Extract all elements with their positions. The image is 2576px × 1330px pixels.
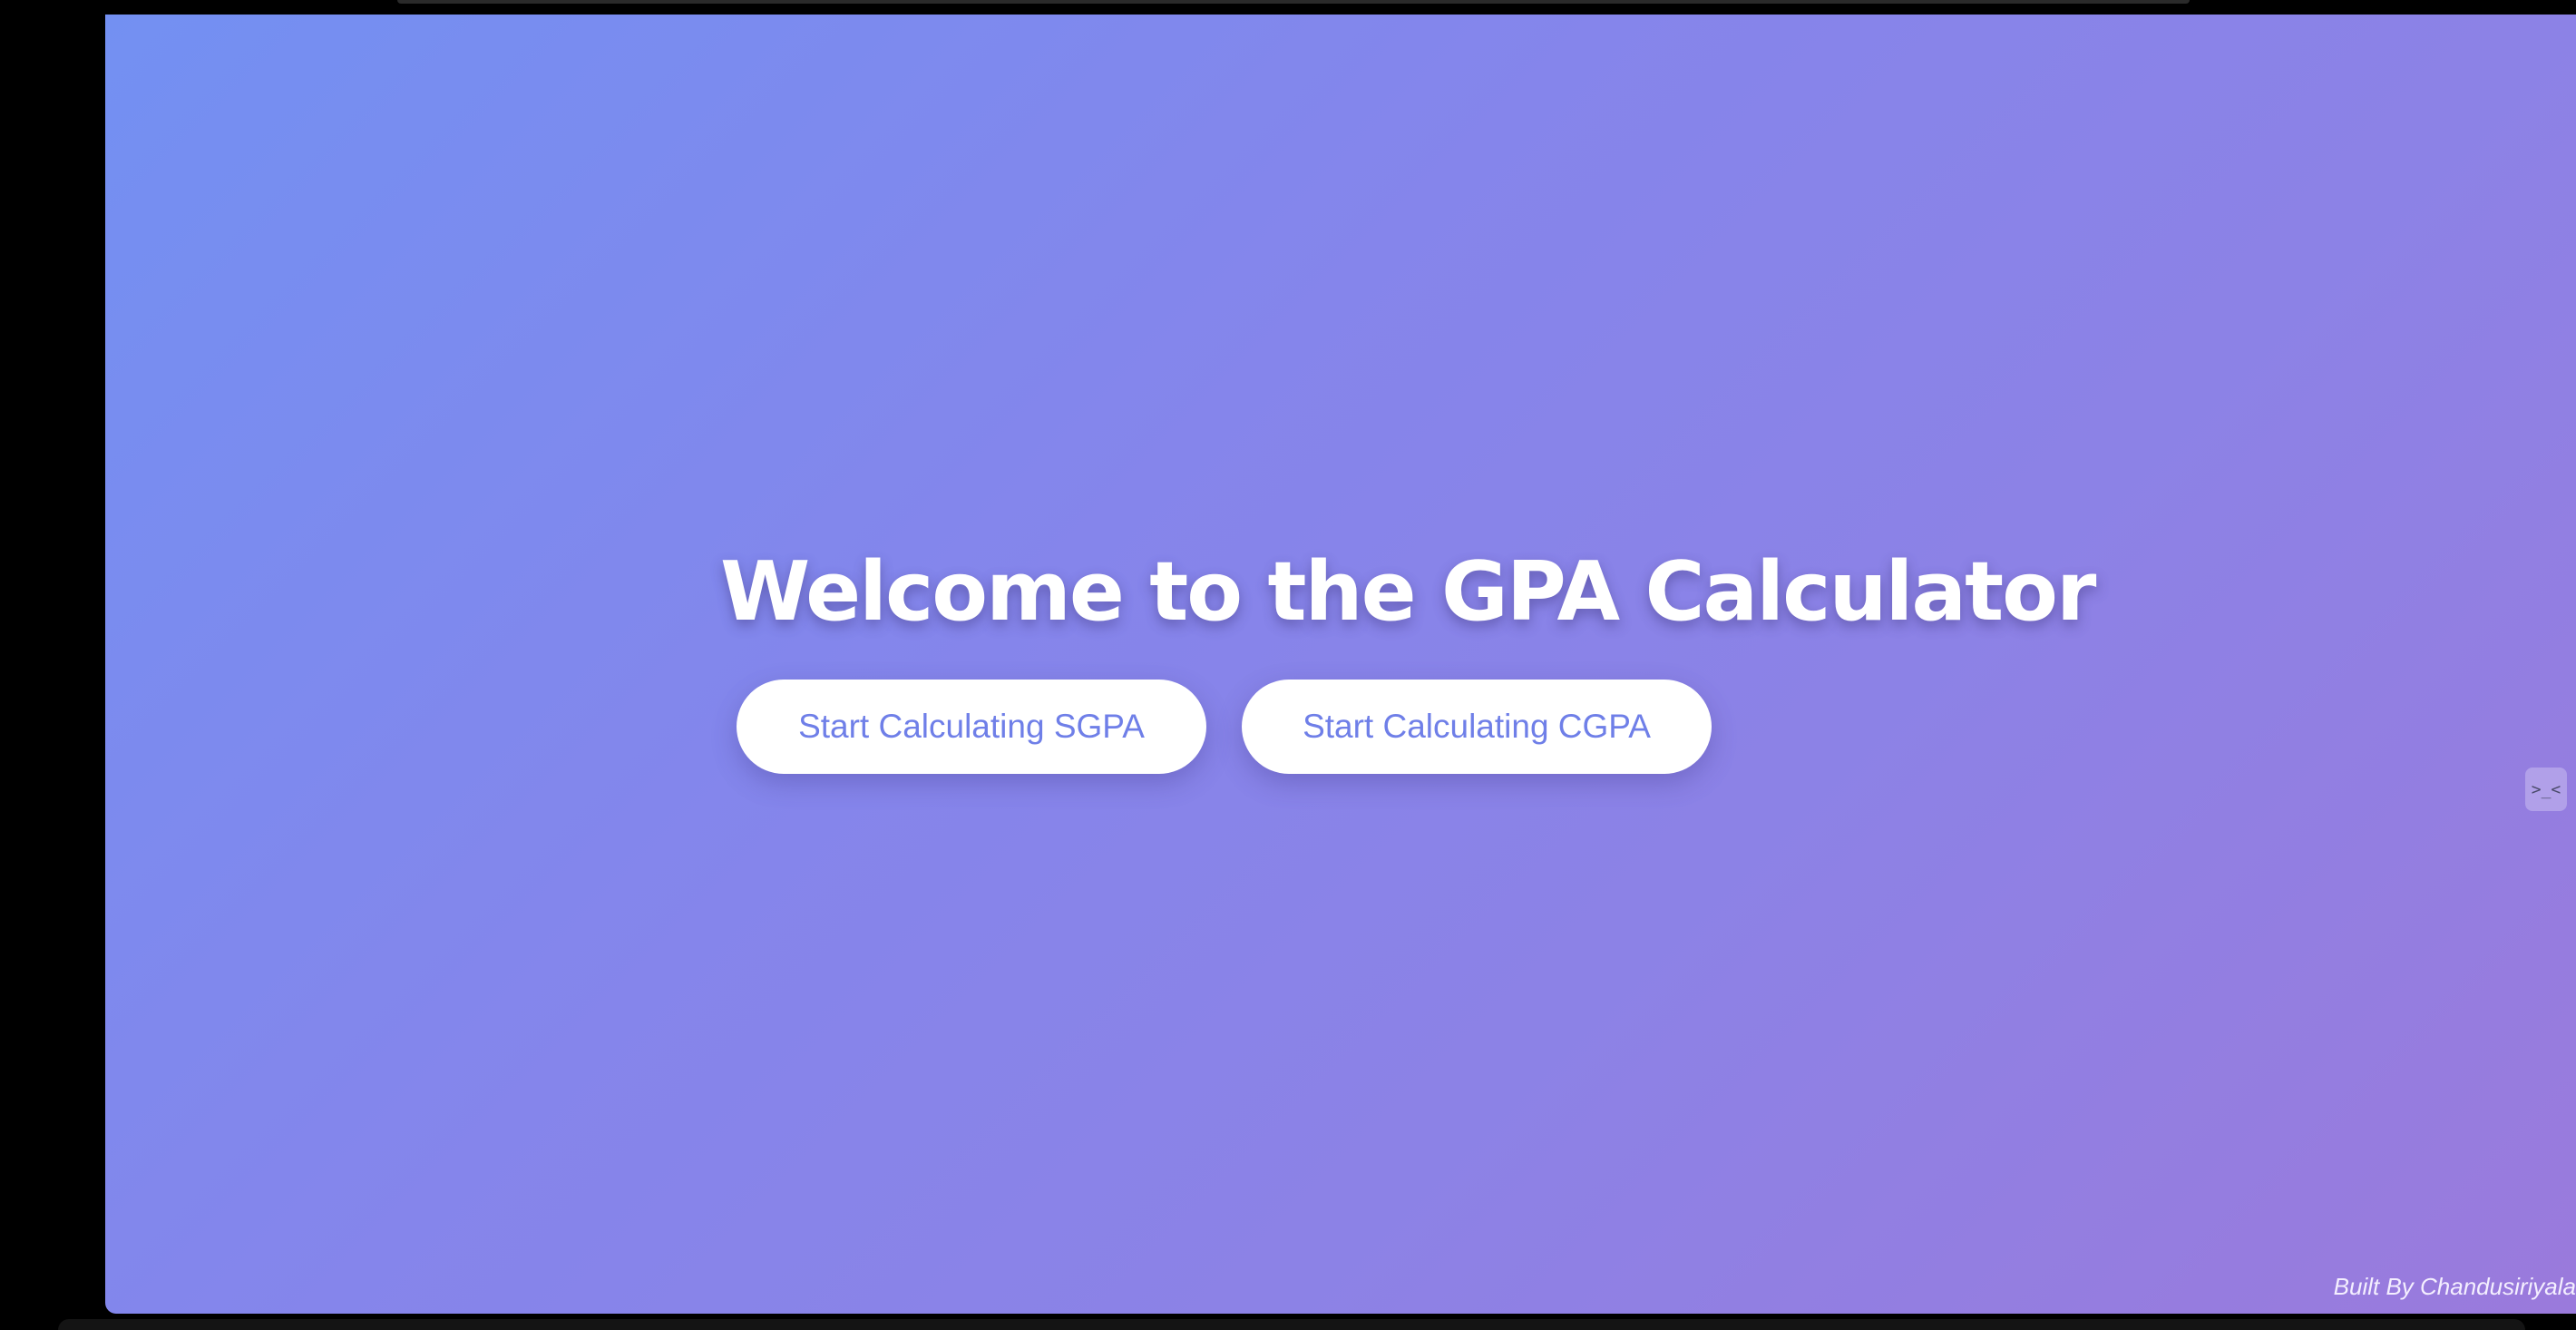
top-window-edge xyxy=(397,0,2190,4)
bottom-window-edge xyxy=(58,1319,2525,1330)
footer-credit: Built By Chandusiriyala xyxy=(2333,1273,2576,1300)
start-cgpa-button[interactable]: Start Calculating CGPA xyxy=(1242,680,1712,774)
start-sgpa-button[interactable]: Start Calculating SGPA xyxy=(737,680,1206,774)
app-window: Welcome to the GPA Calculator Start Calc… xyxy=(105,15,2576,1314)
screen: Welcome to the GPA Calculator Start Calc… xyxy=(0,0,2576,1330)
sleepy-face-icon[interactable]: >_< xyxy=(2525,768,2567,811)
hero-section: Welcome to the GPA Calculator Start Calc… xyxy=(105,15,2576,1314)
page-title: Welcome to the GPA Calculator xyxy=(720,544,2096,640)
